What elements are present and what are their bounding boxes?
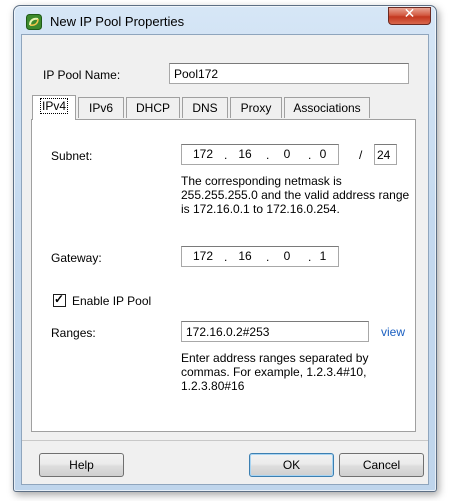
gateway-octet-2[interactable]: 16 <box>230 249 260 263</box>
close-button[interactable]: ✕ <box>388 6 431 25</box>
pool-name-input[interactable] <box>170 64 408 83</box>
subnet-octet-2[interactable]: 16 <box>230 147 260 161</box>
pool-name-field[interactable] <box>169 63 409 84</box>
ok-button[interactable]: OK <box>249 453 334 477</box>
view-link[interactable]: view <box>381 325 405 339</box>
subnet-octet-4[interactable]: 0 <box>308 147 338 161</box>
pool-name-label: IP Pool Name: <box>43 68 121 82</box>
tab-ipv6[interactable]: IPv6 <box>78 97 124 118</box>
ranges-input[interactable] <box>182 322 368 341</box>
gateway-octet-4[interactable]: 1 <box>308 249 338 263</box>
gateway-octet-1[interactable]: 172 <box>188 249 218 263</box>
tab-dns[interactable]: DNS <box>182 97 228 118</box>
dialog-client-area: IP Pool Name: IPv4 IPv6 DHCP DNS Proxy A… <box>21 34 429 485</box>
ranges-label: Ranges: <box>51 326 96 340</box>
gateway-dot: . <box>266 250 270 264</box>
cancel-button[interactable]: Cancel <box>339 453 424 477</box>
title-bar[interactable]: New IP Pool Properties ✕ <box>14 6 436 36</box>
subnet-dot: . <box>224 148 228 162</box>
tab-proxy[interactable]: Proxy <box>230 97 282 118</box>
subnet-info-text: The corresponding netmask is 255.255.255… <box>181 174 410 216</box>
ranges-info-text: Enter address ranges separated by commas… <box>181 351 369 393</box>
enable-ip-pool-checkbox[interactable]: ✓ <box>53 292 66 307</box>
gateway-label: Gateway: <box>51 251 102 265</box>
tab-associations[interactable]: Associations <box>284 97 370 118</box>
subnet-prefix-field[interactable] <box>374 144 397 165</box>
subnet-prefix-input[interactable] <box>375 145 396 164</box>
subnet-slash: / <box>359 148 363 162</box>
gateway-octet-3[interactable]: 0 <box>272 249 302 263</box>
close-icon: ✕ <box>403 6 416 22</box>
gateway-dot: . <box>224 250 228 264</box>
subnet-ip-field[interactable]: 172 . 16 . 0 . 0 <box>181 144 339 165</box>
subnet-dot: . <box>266 148 270 162</box>
ip-pool-app-icon <box>26 14 42 30</box>
subnet-label: Subnet: <box>51 149 93 163</box>
gateway-ip-field[interactable]: 172 . 16 . 0 . 1 <box>181 246 339 267</box>
button-separator <box>22 440 428 441</box>
window-title: New IP Pool Properties <box>50 14 185 29</box>
tab-dhcp[interactable]: DHCP <box>126 97 180 118</box>
dialog-window: New IP Pool Properties ✕ IP Pool Name: I… <box>13 5 437 492</box>
enable-ip-pool-label[interactable]: Enable IP Pool <box>72 294 151 308</box>
tab-ipv4[interactable]: IPv4 <box>32 95 76 120</box>
subnet-octet-1[interactable]: 172 <box>188 147 218 161</box>
checkmark-icon: ✓ <box>54 292 65 306</box>
help-button[interactable]: Help <box>39 453 124 477</box>
subnet-octet-3[interactable]: 0 <box>272 147 302 161</box>
ranges-field[interactable] <box>181 321 369 342</box>
ipv4-tab-panel: Subnet: 172 . 16 . 0 . 0 / The correspon… <box>31 119 416 432</box>
